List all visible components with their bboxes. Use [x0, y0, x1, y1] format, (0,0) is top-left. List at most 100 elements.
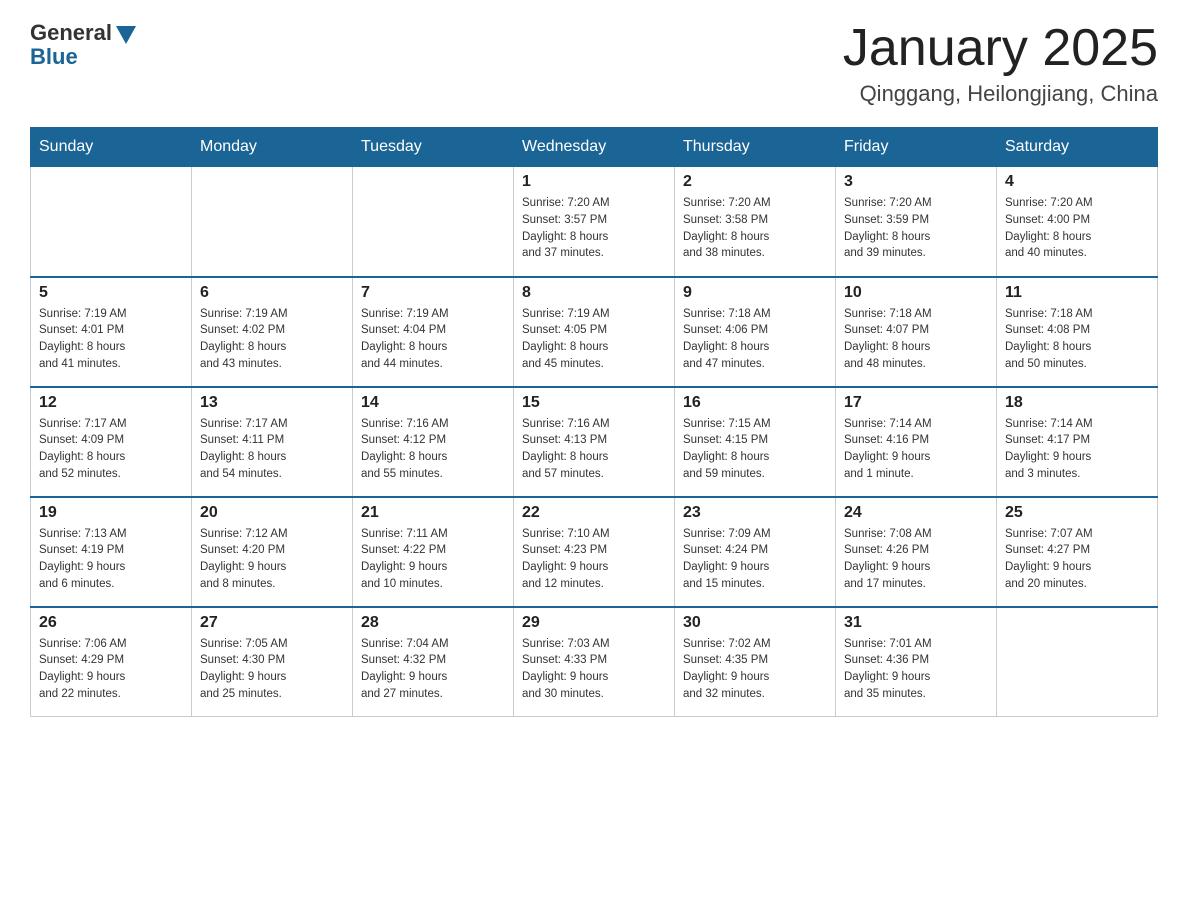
page-header: General Blue January 2025 Qinggang, Heil… [30, 20, 1158, 107]
calendar-cell: 31Sunrise: 7:01 AM Sunset: 4:36 PM Dayli… [836, 607, 997, 717]
day-info: Sunrise: 7:14 AM Sunset: 4:16 PM Dayligh… [844, 416, 988, 483]
day-number: 6 [200, 284, 344, 302]
location-subtitle: Qinggang, Heilongjiang, China [843, 81, 1158, 107]
calendar-table: SundayMondayTuesdayWednesdayThursdayFrid… [30, 127, 1158, 717]
day-number: 13 [200, 394, 344, 412]
day-number: 8 [522, 284, 666, 302]
day-number: 23 [683, 504, 827, 522]
calendar-cell [192, 167, 353, 277]
day-number: 3 [844, 173, 988, 191]
calendar-cell: 25 Sunrise: 7:07 AM Sunset: 4:27 PM Dayli… [997, 497, 1158, 607]
calendar-cell: 2Sunrise: 7:20 AM Sunset: 3:58 PM Daylig… [675, 167, 836, 277]
calendar-cell: 6 Sunrise: 7:19 AM Sunset: 4:02 PM Daylig… [192, 277, 353, 387]
day-number: 26 [39, 614, 183, 632]
calendar-week-row: 19Sunrise: 7:13 AM Sunset: 4:19 PM Dayli… [31, 497, 1158, 607]
calendar-cell: 23 Sunrise: 7:09 AM Sunset: 4:24 PM Dayli… [675, 497, 836, 607]
calendar-cell: 13 Sunrise: 7:17 AM Sunset: 4:11 PM Dayli… [192, 387, 353, 497]
calendar-cell: 18Sunrise: 7:14 AM Sunset: 4:17 PM Dayli… [997, 387, 1158, 497]
day-info: Sunrise: 7:03 AM Sunset: 4:33 PM Dayligh… [522, 636, 666, 703]
calendar-cell: 24 Sunrise: 7:08 AM Sunset: 4:26 PM Dayli… [836, 497, 997, 607]
day-info: Sunrise: 7:20 AM Sunset: 3:59 PM Dayligh… [844, 195, 988, 262]
calendar-cell: 11 Sunrise: 7:18 AM Sunset: 4:08 PM Dayli… [997, 277, 1158, 387]
day-number: 29 [522, 614, 666, 632]
calendar-cell: 17 Sunrise: 7:14 AM Sunset: 4:16 PM Dayli… [836, 387, 997, 497]
calendar-cell: 15 Sunrise: 7:16 AM Sunset: 4:13 PM Dayli… [514, 387, 675, 497]
calendar-cell: 1Sunrise: 7:20 AM Sunset: 3:57 PM Daylig… [514, 167, 675, 277]
weekday-header-saturday: Saturday [997, 128, 1158, 167]
day-info: Sunrise: 7:16 AM Sunset: 4:13 PM Dayligh… [522, 416, 666, 483]
calendar-week-row: 12Sunrise: 7:17 AM Sunset: 4:09 PM Dayli… [31, 387, 1158, 497]
day-number: 1 [522, 173, 666, 191]
day-info: Sunrise: 7:06 AM Sunset: 4:29 PM Dayligh… [39, 636, 183, 703]
day-info: Sunrise: 7:19 AM Sunset: 4:04 PM Dayligh… [361, 306, 505, 373]
day-info: Sunrise: 7:12 AM Sunset: 4:20 PM Dayligh… [200, 526, 344, 593]
day-info: Sunrise: 7:09 AM Sunset: 4:24 PM Dayligh… [683, 526, 827, 593]
logo-triangle-icon [116, 26, 136, 44]
day-number: 14 [361, 394, 505, 412]
day-info: Sunrise: 7:16 AM Sunset: 4:12 PM Dayligh… [361, 416, 505, 483]
calendar-cell: 26 Sunrise: 7:06 AM Sunset: 4:29 PM Dayli… [31, 607, 192, 717]
day-number: 16 [683, 394, 827, 412]
calendar-cell: 27 Sunrise: 7:05 AM Sunset: 4:30 PM Dayli… [192, 607, 353, 717]
calendar-cell [997, 607, 1158, 717]
day-number: 22 [522, 504, 666, 522]
day-info: Sunrise: 7:04 AM Sunset: 4:32 PM Dayligh… [361, 636, 505, 703]
day-info: Sunrise: 7:01 AM Sunset: 4:36 PM Dayligh… [844, 636, 988, 703]
day-info: Sunrise: 7:18 AM Sunset: 4:06 PM Dayligh… [683, 306, 827, 373]
calendar-cell: 12Sunrise: 7:17 AM Sunset: 4:09 PM Dayli… [31, 387, 192, 497]
calendar-cell: 16 Sunrise: 7:15 AM Sunset: 4:15 PM Dayli… [675, 387, 836, 497]
weekday-header-friday: Friday [836, 128, 997, 167]
calendar-cell [31, 167, 192, 277]
day-number: 21 [361, 504, 505, 522]
day-info: Sunrise: 7:14 AM Sunset: 4:17 PM Dayligh… [1005, 416, 1149, 483]
day-info: Sunrise: 7:08 AM Sunset: 4:26 PM Dayligh… [844, 526, 988, 593]
calendar-cell: 30Sunrise: 7:02 AM Sunset: 4:35 PM Dayli… [675, 607, 836, 717]
day-info: Sunrise: 7:15 AM Sunset: 4:15 PM Dayligh… [683, 416, 827, 483]
weekday-header-sunday: Sunday [31, 128, 192, 167]
logo-blue-text: Blue [30, 44, 78, 70]
logo: General Blue [30, 20, 136, 70]
calendar-cell [353, 167, 514, 277]
day-number: 17 [844, 394, 988, 412]
calendar-cell: 22Sunrise: 7:10 AM Sunset: 4:23 PM Dayli… [514, 497, 675, 607]
day-info: Sunrise: 7:20 AM Sunset: 4:00 PM Dayligh… [1005, 195, 1149, 262]
day-number: 11 [1005, 284, 1149, 302]
calendar-cell: 28 Sunrise: 7:04 AM Sunset: 4:32 PM Dayli… [353, 607, 514, 717]
weekday-header-wednesday: Wednesday [514, 128, 675, 167]
calendar-week-row: 1Sunrise: 7:20 AM Sunset: 3:57 PM Daylig… [31, 167, 1158, 277]
day-number: 15 [522, 394, 666, 412]
day-number: 20 [200, 504, 344, 522]
day-number: 5 [39, 284, 183, 302]
day-info: Sunrise: 7:07 AM Sunset: 4:27 PM Dayligh… [1005, 526, 1149, 593]
calendar-cell: 21 Sunrise: 7:11 AM Sunset: 4:22 PM Dayli… [353, 497, 514, 607]
day-number: 25 [1005, 504, 1149, 522]
month-year-title: January 2025 [843, 20, 1158, 77]
weekday-header-thursday: Thursday [675, 128, 836, 167]
day-info: Sunrise: 7:17 AM Sunset: 4:09 PM Dayligh… [39, 416, 183, 483]
calendar-cell: 4Sunrise: 7:20 AM Sunset: 4:00 PM Daylig… [997, 167, 1158, 277]
day-info: Sunrise: 7:19 AM Sunset: 4:02 PM Dayligh… [200, 306, 344, 373]
weekday-header-monday: Monday [192, 128, 353, 167]
calendar-week-row: 5Sunrise: 7:19 AM Sunset: 4:01 PM Daylig… [31, 277, 1158, 387]
day-info: Sunrise: 7:05 AM Sunset: 4:30 PM Dayligh… [200, 636, 344, 703]
calendar-week-row: 26 Sunrise: 7:06 AM Sunset: 4:29 PM Dayli… [31, 607, 1158, 717]
day-number: 30 [683, 614, 827, 632]
day-number: 27 [200, 614, 344, 632]
day-number: 28 [361, 614, 505, 632]
calendar-cell: 3 Sunrise: 7:20 AM Sunset: 3:59 PM Daylig… [836, 167, 997, 277]
day-info: Sunrise: 7:18 AM Sunset: 4:08 PM Dayligh… [1005, 306, 1149, 373]
day-number: 7 [361, 284, 505, 302]
day-info: Sunrise: 7:20 AM Sunset: 3:58 PM Dayligh… [683, 195, 827, 262]
logo-general-text: General [30, 20, 112, 46]
day-number: 24 [844, 504, 988, 522]
calendar-cell: 19Sunrise: 7:13 AM Sunset: 4:19 PM Dayli… [31, 497, 192, 607]
calendar-cell: 7 Sunrise: 7:19 AM Sunset: 4:04 PM Daylig… [353, 277, 514, 387]
calendar-cell: 10Sunrise: 7:18 AM Sunset: 4:07 PM Dayli… [836, 277, 997, 387]
day-info: Sunrise: 7:17 AM Sunset: 4:11 PM Dayligh… [200, 416, 344, 483]
calendar-cell: 14 Sunrise: 7:16 AM Sunset: 4:12 PM Dayli… [353, 387, 514, 497]
calendar-cell: 5Sunrise: 7:19 AM Sunset: 4:01 PM Daylig… [31, 277, 192, 387]
day-info: Sunrise: 7:11 AM Sunset: 4:22 PM Dayligh… [361, 526, 505, 593]
calendar-header-row: SundayMondayTuesdayWednesdayThursdayFrid… [31, 128, 1158, 167]
day-number: 10 [844, 284, 988, 302]
day-number: 9 [683, 284, 827, 302]
